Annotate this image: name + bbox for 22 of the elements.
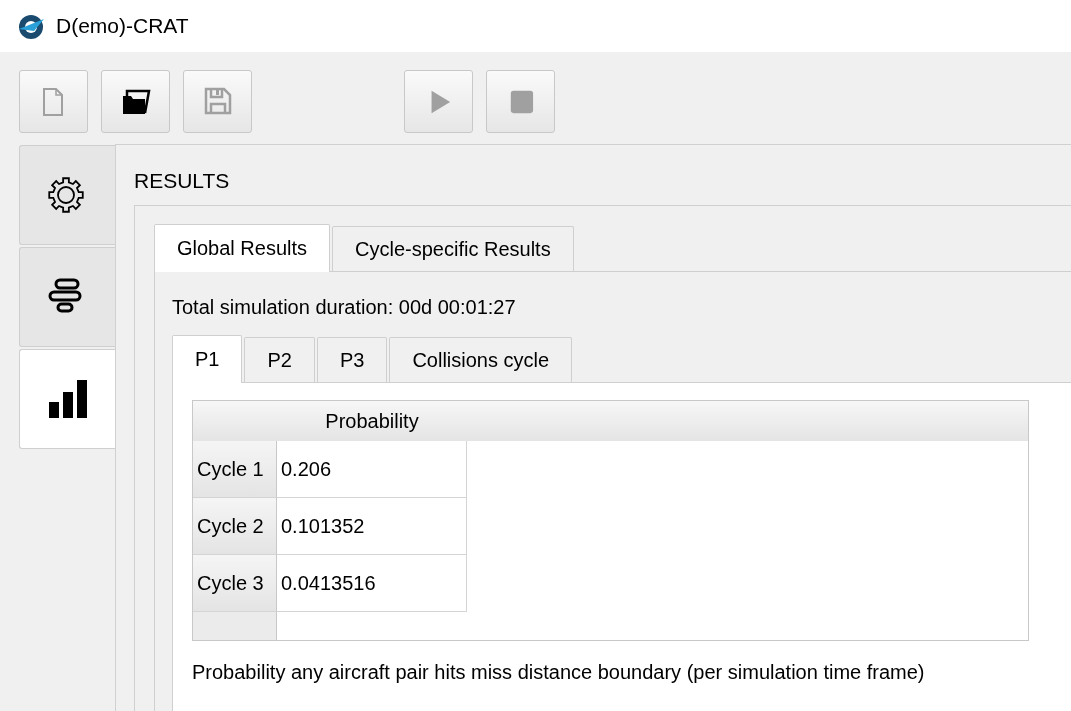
section-title: RESULTS	[134, 168, 230, 194]
tab[interactable]: P3	[316, 336, 388, 382]
timeline-tab[interactable]	[19, 247, 115, 347]
tab[interactable]: Global Results	[154, 223, 331, 272]
tab[interactable]: Cycle-specific Results	[332, 225, 574, 271]
duration-text: Total simulation duration: 00d 00:01:27	[172, 294, 516, 320]
row-header: Cycle 1	[193, 440, 277, 498]
bar-chart-icon	[46, 378, 90, 420]
open-button[interactable]	[101, 70, 170, 133]
settings-tab[interactable]	[19, 145, 115, 245]
tab[interactable]: P2	[244, 336, 315, 382]
tab[interactable]: Collisions cycle	[389, 336, 573, 382]
window-title: D(emo)-CRAT	[56, 13, 189, 40]
table-caption: Probability any aircraft pair hits miss distance boundary (per simulation time frame)	[192, 659, 925, 685]
column-header: Probability	[277, 400, 467, 441]
table-cell: 0.101352	[277, 497, 467, 555]
row-header: Cycle 3	[193, 554, 277, 612]
table-cell: 0.0413516	[277, 554, 467, 612]
table-cell: 0.206	[277, 440, 467, 498]
row-header: Cycle 2	[193, 497, 277, 555]
tab[interactable]: P1	[172, 334, 243, 383]
results-tab[interactable]	[19, 349, 116, 449]
